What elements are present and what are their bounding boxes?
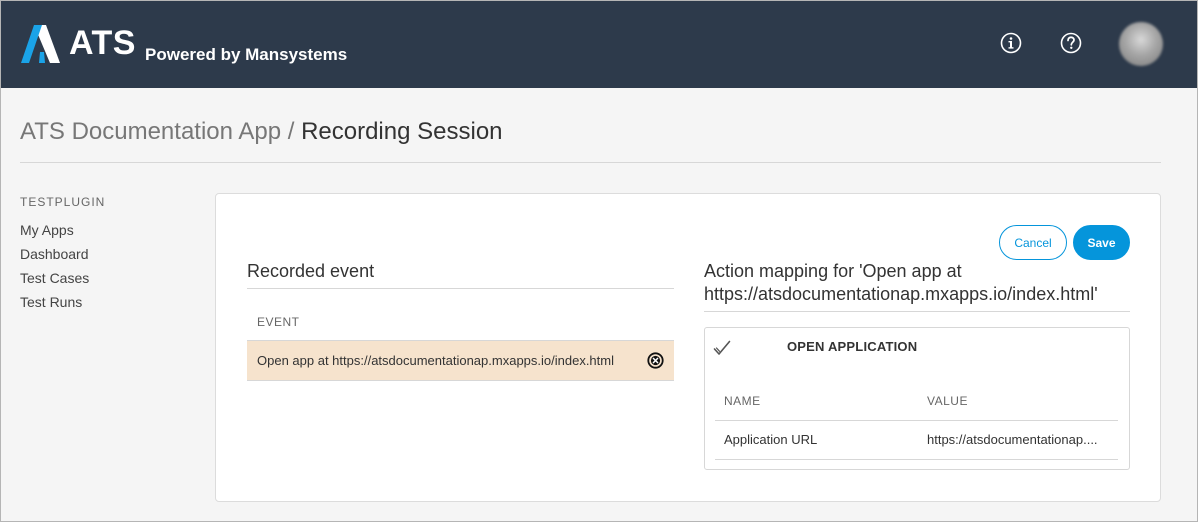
checkmark-icon — [713, 340, 731, 355]
mapping-row-divider — [715, 459, 1118, 460]
action-mapping-title-line2: https://atsdocumentationap.mxapps.io/ind… — [704, 284, 1098, 304]
action-mapping-divider — [704, 311, 1130, 312]
name-column-header: NAME — [724, 394, 761, 408]
action-mapping-title-line1: Action mapping for 'Open app at — [704, 261, 962, 281]
help-icon[interactable] — [1060, 32, 1082, 54]
sidebar-item-dashboard[interactable]: Dashboard — [20, 246, 89, 262]
info-icon[interactable] — [1000, 32, 1022, 54]
logo-text: ATS — [69, 24, 136, 62]
recorded-event-divider — [247, 288, 674, 289]
sidebar-item-my-apps[interactable]: My Apps — [20, 222, 74, 238]
page-title: ATS Documentation App / Recording Sessio… — [20, 118, 503, 146]
cancel-button[interactable]: Cancel — [999, 225, 1067, 260]
sidebar-item-test-runs[interactable]: Test Runs — [20, 294, 82, 310]
title-divider — [20, 162, 1161, 163]
breadcrumb-separator: / — [287, 118, 295, 145]
logo-subtitle: Powered by Mansystems — [145, 45, 348, 64]
sidebar-item-test-cases[interactable]: Test Cases — [20, 270, 89, 286]
ats-logo-icon — [21, 25, 60, 63]
breadcrumb-current-page: Recording Session — [301, 118, 503, 145]
event-column-header: EVENT — [257, 315, 300, 329]
user-avatar[interactable] — [1119, 22, 1163, 66]
remove-event-icon[interactable] — [647, 352, 664, 369]
sidebar-header: TESTPLUGIN — [20, 195, 106, 209]
mapping-row-value[interactable]: https://atsdocumentationap.... — [927, 432, 1098, 447]
recorded-event-title: Recorded event — [247, 261, 375, 281]
save-button[interactable]: Save — [1073, 225, 1130, 260]
breadcrumb-app-link[interactable]: ATS Documentation App — [20, 118, 281, 145]
mapping-row-name: Application URL — [724, 432, 818, 447]
mapping-header-divider — [715, 420, 1118, 421]
value-column-header: VALUE — [927, 394, 968, 408]
top-navigation-bar: ATS Powered by Mansystems — [1, 1, 1197, 88]
event-text: Open app at https://atsdocumentationap.m… — [257, 353, 614, 368]
action-name: OPEN APPLICATION — [787, 339, 918, 354]
event-row[interactable]: Open app at https://atsdocumentationap.m… — [247, 341, 674, 381]
